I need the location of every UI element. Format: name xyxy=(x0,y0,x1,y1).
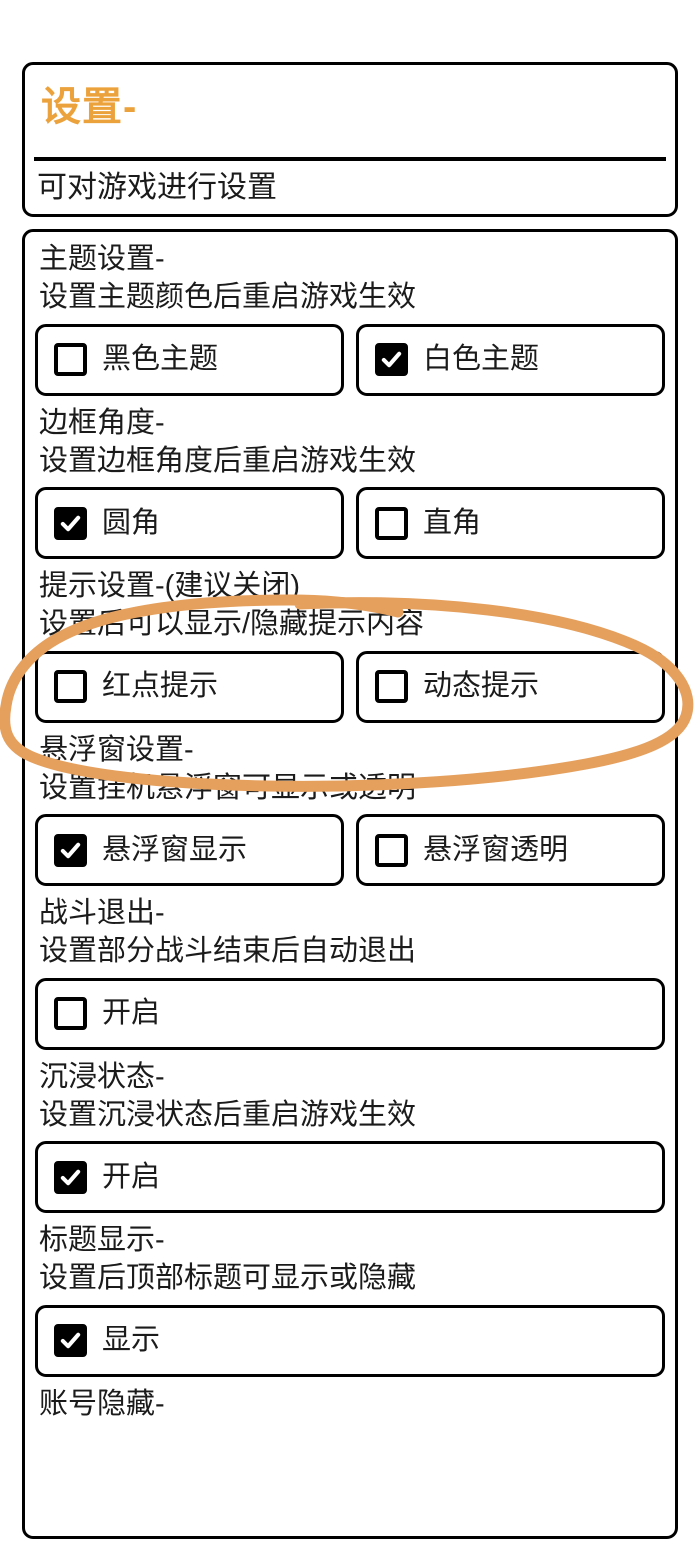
checkbox-checked-icon[interactable] xyxy=(54,1324,87,1358)
option-toggle[interactable]: 开启 xyxy=(35,1141,665,1214)
title-divider xyxy=(34,157,666,161)
option-label: 开启 xyxy=(102,1160,161,1193)
settings-section: 主题设置- 设置主题颜色后重启游戏生效黑色主题 白色主题 xyxy=(35,240,665,404)
option-label: 动态提示 xyxy=(423,670,540,703)
option-label: 开启 xyxy=(102,997,161,1030)
option-toggle[interactable]: 动态提示 xyxy=(356,650,665,723)
option-label: 直角 xyxy=(423,506,482,539)
option-group: 开启 xyxy=(35,977,665,1050)
section-description: 设置边框角度后重启游戏生效 xyxy=(39,444,417,477)
option-label: 显示 xyxy=(102,1324,161,1357)
section-title: 悬浮窗设置- xyxy=(39,733,194,766)
check-icon xyxy=(60,842,81,858)
checkbox-checked-icon[interactable] xyxy=(54,833,87,867)
page-title: 设置- xyxy=(41,85,138,129)
check-icon xyxy=(381,351,402,368)
option-group: 悬浮窗显示 悬浮窗透明 xyxy=(35,814,665,887)
check-icon xyxy=(60,1169,81,1185)
checkbox-checked-icon[interactable] xyxy=(54,506,87,540)
section-description: 设置沉浸状态后重启游戏生效 xyxy=(39,1098,417,1131)
section-title: 沉浸状态- xyxy=(39,1060,165,1093)
settings-section: 边框角度- 设置边框角度后重启游戏生效圆角 直角 xyxy=(35,404,665,568)
option-toggle[interactable]: 黑色主题 xyxy=(35,323,344,396)
page-subtitle: 可对游戏进行设置 xyxy=(37,171,277,204)
section-title: 战斗退出- xyxy=(39,897,165,930)
settings-section: 账号隐藏- xyxy=(35,1385,665,1431)
option-group: 红点提示 动态提示 xyxy=(35,650,665,723)
settings-section: 战斗退出- 设置部分战斗结束后自动退出开启 xyxy=(35,894,665,1058)
checkbox-unchecked-icon[interactable] xyxy=(54,343,87,377)
option-label: 悬浮窗显示 xyxy=(102,833,248,866)
checkbox-unchecked-icon[interactable] xyxy=(54,670,87,704)
settings-section: 提示设置-(建议关闭) 设置后可以显示/隐藏提示内容红点提示 动态提示 xyxy=(35,567,665,731)
section-title: 提示设置-(建议关闭) xyxy=(39,570,300,603)
settings-sections: 主题设置- 设置主题颜色后重启游戏生效黑色主题 白色主题边框角度- 设置边框角度后重启… xyxy=(35,240,665,1431)
option-label: 黑色主题 xyxy=(102,343,219,376)
option-toggle[interactable]: 白色主题 xyxy=(356,323,665,396)
checkbox-unchecked-icon[interactable] xyxy=(375,833,408,867)
option-group: 开启 xyxy=(35,1141,665,1214)
option-toggle[interactable]: 红点提示 xyxy=(35,650,344,723)
option-toggle[interactable]: 显示 xyxy=(35,1304,665,1377)
section-title: 账号隐藏- xyxy=(39,1387,165,1420)
option-label: 白色主题 xyxy=(423,343,540,376)
option-label: 圆角 xyxy=(102,506,161,539)
option-toggle[interactable]: 悬浮窗显示 xyxy=(35,814,344,887)
check-icon xyxy=(60,515,81,531)
option-group: 显示 xyxy=(35,1304,665,1377)
settings-section: 标题显示- 设置后顶部标题可显示或隐藏显示 xyxy=(35,1221,665,1385)
option-group: 黑色主题 白色主题 xyxy=(35,323,665,396)
option-toggle[interactable]: 悬浮窗透明 xyxy=(356,814,665,887)
section-description: 设置部分战斗结束后自动退出 xyxy=(39,935,417,968)
section-title: 边框角度- xyxy=(39,406,165,439)
section-title: 标题显示- xyxy=(39,1224,165,1257)
checkbox-checked-icon[interactable] xyxy=(375,343,408,377)
section-description: 设置主题颜色后重启游戏生效 xyxy=(39,281,417,314)
checkbox-unchecked-icon[interactable] xyxy=(375,506,408,540)
option-toggle[interactable]: 圆角 xyxy=(35,487,344,560)
option-label: 悬浮窗透明 xyxy=(423,833,569,866)
settings-list-card: 主题设置- 设置主题颜色后重启游戏生效黑色主题 白色主题边框角度- 设置边框角度后重启… xyxy=(22,229,678,1539)
check-icon xyxy=(60,1332,81,1349)
settings-section: 沉浸状态- 设置沉浸状态后重启游戏生效开启 xyxy=(35,1058,665,1222)
section-description: 设置后可以显示/隐藏提示内容 xyxy=(39,608,425,641)
option-toggle[interactable]: 直角 xyxy=(356,487,665,560)
option-toggle[interactable]: 开启 xyxy=(35,977,665,1050)
option-label: 红点提示 xyxy=(102,670,219,703)
page-header-card: 设置- 可对游戏进行设置 xyxy=(22,62,678,217)
checkbox-checked-icon[interactable] xyxy=(54,1160,87,1194)
settings-page: 设置- 可对游戏进行设置 主题设置- 设置主题颜色后重启游戏生效黑色主题 白色主题边… xyxy=(0,0,700,1555)
section-description: 设置挂机悬浮窗可显示或透明 xyxy=(39,771,417,804)
checkbox-unchecked-icon[interactable] xyxy=(54,997,87,1031)
option-group: 圆角 直角 xyxy=(35,487,665,560)
section-title: 主题设置- xyxy=(39,243,165,275)
settings-section: 悬浮窗设置- 设置挂机悬浮窗可显示或透明悬浮窗显示 悬浮窗透明 xyxy=(35,731,665,895)
section-description: 设置后顶部标题可显示或隐藏 xyxy=(39,1262,417,1295)
checkbox-unchecked-icon[interactable] xyxy=(375,670,408,704)
